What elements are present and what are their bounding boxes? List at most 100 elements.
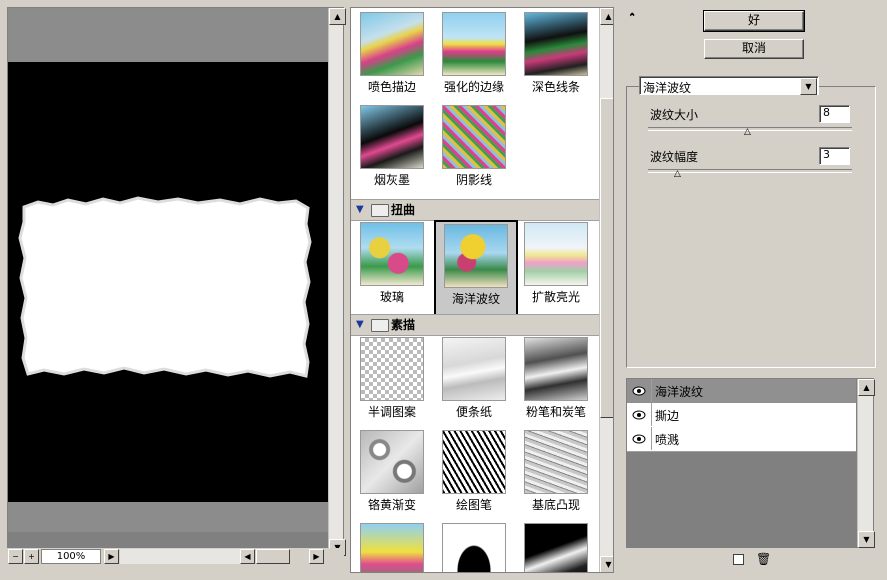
preview-margin-top <box>8 8 328 62</box>
scroll-down-button[interactable]: ▼ <box>600 556 613 572</box>
filter-label: 玻璃 <box>379 290 404 304</box>
filter-preview-image <box>360 337 424 401</box>
cancel-button[interactable]: 取消 <box>704 39 804 59</box>
filter-label: 烟灰墨 <box>373 173 410 187</box>
folder-icon <box>371 319 389 332</box>
effect-layer-name: 撕边 <box>655 409 680 423</box>
effect-layer-row[interactable]: 海洋波纹 <box>627 379 856 404</box>
eye-icon[interactable] <box>627 403 652 426</box>
preview-bottom-bar: − + 100% ▶ ◀ ▶ <box>0 548 344 564</box>
torn-edge-shape <box>18 196 312 378</box>
eye-icon[interactable] <box>627 379 652 402</box>
ripple-magnitude-slider-thumb[interactable]: △ <box>674 170 681 179</box>
filter-label: 半调图案 <box>367 405 416 419</box>
layers-vscrollbar[interactable]: ▲ ▼ <box>857 379 875 548</box>
filter-thumb[interactable] <box>434 523 514 572</box>
trash-icon[interactable]: 🗑 <box>756 553 771 565</box>
expand-triangle-icon[interactable]: ▼ <box>356 200 364 220</box>
chevron-down-icon[interactable]: ▼ <box>800 78 817 95</box>
filter-thumb[interactable]: 铬黄渐变 <box>352 430 432 513</box>
filter-preview-image <box>442 523 506 572</box>
gallery-vscrollbar[interactable]: ▲ ▼ <box>599 8 613 572</box>
effect-layers-list: 海洋波纹 撕边 喷溅 ▲ ▼ <box>626 378 875 548</box>
filter-preview-image <box>360 222 424 286</box>
eye-icon[interactable] <box>627 427 652 450</box>
preview-panel: ▲ ▼ <box>7 7 346 556</box>
filter-thumb[interactable]: 粉笔和炭笔 <box>516 337 596 420</box>
filter-thumb[interactable]: 基底凸现 <box>516 430 596 513</box>
filter-preview-image <box>442 430 506 494</box>
scroll-right-small-button[interactable]: ▶ <box>104 549 119 564</box>
hscroll-thumb[interactable] <box>256 549 290 564</box>
filter-label: 基底凸现 <box>531 498 580 512</box>
ripple-magnitude-input[interactable]: 3 <box>819 147 850 165</box>
ripple-size-input[interactable]: 8 <box>819 105 850 123</box>
gallery-scroll-thumb[interactable] <box>600 98 613 418</box>
filter-thumb[interactable] <box>352 523 432 572</box>
preview-margin-bottom <box>8 502 328 532</box>
filter-label: 喷色描边 <box>367 80 416 94</box>
scroll-up-button[interactable]: ▲ <box>858 379 875 396</box>
filter-thumb[interactable]: 半调图案 <box>352 337 432 420</box>
filter-thumb[interactable]: 便条纸 <box>434 337 514 420</box>
scroll-right-button[interactable]: ▶ <box>309 549 324 564</box>
filter-thumb-selected[interactable]: 海洋波纹 <box>434 220 518 316</box>
zoom-out-button[interactable]: − <box>8 549 23 564</box>
new-effect-layer-icon[interactable] <box>733 554 744 565</box>
preview-canvas[interactable] <box>8 62 328 502</box>
folder-icon <box>371 204 389 217</box>
filter-preview-image <box>442 12 506 76</box>
filter-thumb[interactable]: 玻璃 <box>352 222 432 305</box>
collapse-gallery-icon[interactable]: ⌃ ⌃ <box>628 12 636 34</box>
filter-label: 绘图笔 <box>455 498 492 512</box>
filter-label: 阴影线 <box>455 173 492 187</box>
category-sketch[interactable]: ▼ 素描 <box>351 314 599 336</box>
filter-label: 海洋波纹 <box>451 292 500 306</box>
effect-layer-name: 喷溅 <box>655 433 680 447</box>
effect-layer-row[interactable]: 喷溅 <box>627 427 856 452</box>
filter-select-value: 海洋波纹 <box>643 81 692 95</box>
category-distort[interactable]: ▼ 扭曲 <box>351 199 599 221</box>
effect-layer-row[interactable]: 撕边 <box>627 403 856 428</box>
scroll-up-button[interactable]: ▲ <box>329 8 346 25</box>
filter-thumb[interactable]: 强化的边缘 <box>434 12 514 95</box>
filter-label: 铬黄渐变 <box>367 498 416 512</box>
filter-label: 深色线条 <box>531 80 580 94</box>
filter-thumb[interactable]: 烟灰墨 <box>352 105 432 188</box>
scroll-left-button[interactable]: ◀ <box>240 549 255 564</box>
filter-preview-image <box>524 337 588 401</box>
filter-thumb[interactable]: 阴影线 <box>434 105 514 188</box>
preview-vscrollbar[interactable]: ▲ ▼ <box>328 8 346 556</box>
filter-thumb[interactable] <box>516 523 596 572</box>
category-label: 扭曲 <box>391 203 416 217</box>
ripple-size-slider-thumb[interactable]: △ <box>744 128 751 137</box>
filter-label: 粉笔和炭笔 <box>525 405 586 419</box>
filter-thumb[interactable]: 喷色描边 <box>352 12 432 95</box>
filter-preview-image <box>360 430 424 494</box>
param-label-ripple-magnitude: 波纹幅度 <box>650 150 699 164</box>
filter-label: 扩散亮光 <box>531 290 580 304</box>
hscroll-track[interactable] <box>120 549 240 564</box>
expand-triangle-icon[interactable]: ▼ <box>356 315 364 335</box>
zoom-level: 100% <box>41 549 101 564</box>
filter-preview-image <box>360 105 424 169</box>
ok-button[interactable]: 好 <box>703 10 805 32</box>
filter-thumb[interactable]: 深色线条 <box>516 12 596 95</box>
filter-label: 强化的边缘 <box>443 80 504 94</box>
filter-gallery: 喷色描边 强化的边缘 深色线条 烟灰墨 阴影线 ▼ 扭曲 玻璃 海洋波纹 扩散亮… <box>350 7 614 573</box>
filter-preview-image <box>524 222 588 286</box>
filter-preview-image <box>360 12 424 76</box>
zoom-in-button[interactable]: + <box>24 549 39 564</box>
category-label: 素描 <box>391 318 416 332</box>
filter-preview-image <box>524 430 588 494</box>
filter-preview-image <box>360 523 424 572</box>
scroll-down-button[interactable]: ▼ <box>858 531 875 548</box>
param-label-ripple-size: 波纹大小 <box>650 108 699 122</box>
filter-thumb[interactable]: 扩散亮光 <box>516 222 596 305</box>
filter-select[interactable]: 海洋波纹 ▼ <box>639 76 819 95</box>
filter-preview-image <box>524 12 588 76</box>
filter-thumb[interactable]: 绘图笔 <box>434 430 514 513</box>
scroll-up-button[interactable]: ▲ <box>600 8 613 25</box>
effect-layer-name: 海洋波纹 <box>655 385 704 399</box>
filter-preview-image <box>442 337 506 401</box>
